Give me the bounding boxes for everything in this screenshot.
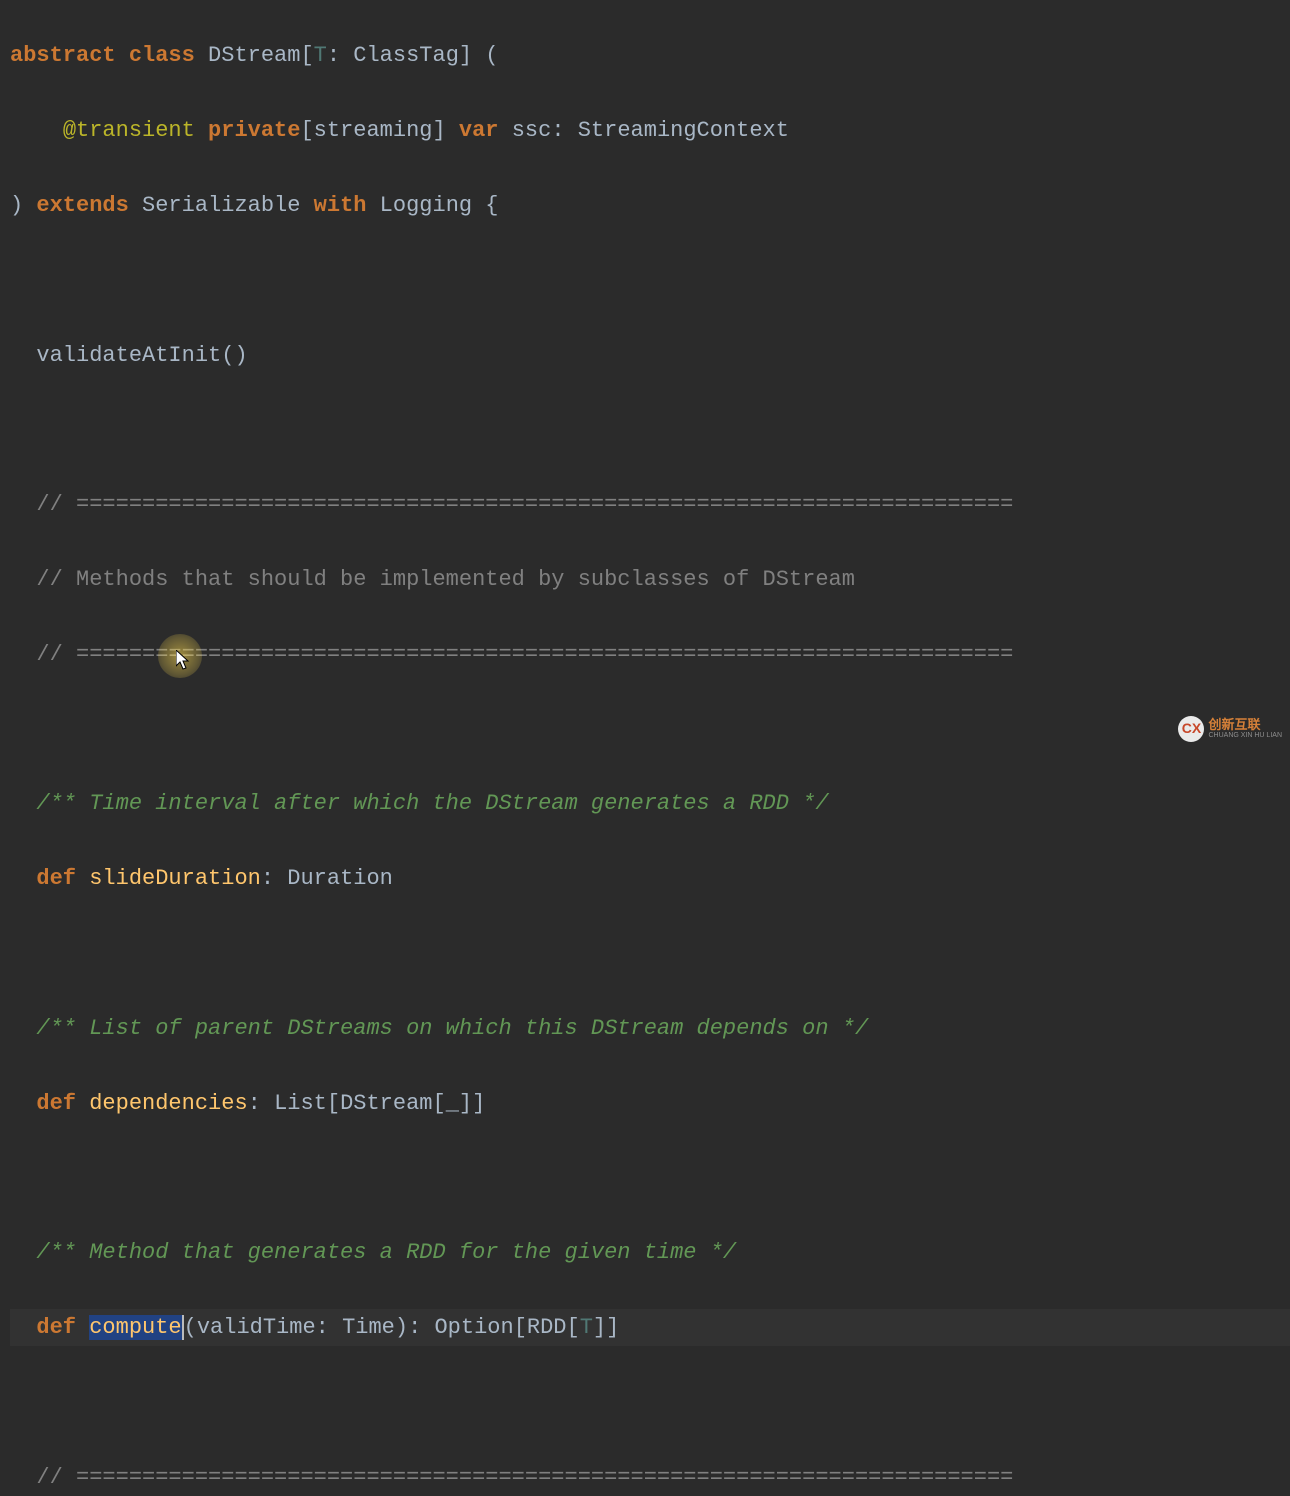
watermark-logo-icon: CX xyxy=(1178,716,1204,742)
code-line[interactable]: // =====================================… xyxy=(10,1459,1290,1496)
code-line-empty[interactable] xyxy=(10,935,1290,972)
code-line[interactable]: @transient private[streaming] var ssc: S… xyxy=(10,112,1290,149)
doc-comment: /** Method that generates a RDD for the … xyxy=(36,1240,736,1265)
type-parameter: T xyxy=(580,1315,593,1340)
doc-comment: /** List of parent DStreams on which thi… xyxy=(36,1016,868,1041)
code-line[interactable]: def dependencies: List[DStream[_]] xyxy=(10,1085,1290,1122)
comment-text: // Methods that should be implemented by… xyxy=(36,567,855,592)
code-line[interactable]: validateAtInit() xyxy=(10,337,1290,374)
method-params: (validTime: Time): Option[RDD[ xyxy=(184,1315,580,1340)
comment-divider: // =====================================… xyxy=(36,492,1013,517)
type-list: List xyxy=(274,1091,327,1116)
watermark: CX 创新互联 CHUANG XIN HU LIAN xyxy=(1178,716,1282,742)
type-parameter: T xyxy=(314,43,327,68)
code-line-empty[interactable] xyxy=(10,1384,1290,1421)
method-name-slideDuration: slideDuration xyxy=(76,866,261,891)
var-decl: ssc: StreamingContext xyxy=(499,118,789,143)
annotation-transient: @transient xyxy=(63,118,195,143)
comment-divider: // =====================================… xyxy=(36,1465,1013,1490)
code-line[interactable]: // Methods that should be implemented by… xyxy=(10,561,1290,598)
method-name-dependencies: dependencies xyxy=(76,1091,248,1116)
keyword-def: def xyxy=(36,866,76,891)
keyword-abstract: abstract xyxy=(10,43,116,68)
doc-comment: /** Time interval after which the DStrea… xyxy=(36,791,828,816)
code-editor[interactable]: abstract class DStream[T: ClassTag] ( @t… xyxy=(0,0,1290,1496)
code-line[interactable]: /** List of parent DStreams on which thi… xyxy=(10,1010,1290,1047)
code-line-active[interactable]: def compute(validTime: Time): Option[RDD… xyxy=(10,1309,1290,1346)
method-call: validateAtInit() xyxy=(36,343,247,368)
selected-method-compute: compute xyxy=(89,1315,181,1340)
code-line[interactable]: /** Method that generates a RDD for the … xyxy=(10,1234,1290,1271)
keyword-extends: extends xyxy=(36,193,128,218)
keyword-var: var xyxy=(459,118,499,143)
watermark-label: 创新互联 CHUANG XIN HU LIAN xyxy=(1208,718,1282,740)
code-line-empty[interactable] xyxy=(10,262,1290,299)
keyword-class: class xyxy=(129,43,195,68)
code-line[interactable]: ) extends Serializable with Logging { xyxy=(10,187,1290,224)
code-line[interactable]: def slideDuration: Duration xyxy=(10,860,1290,897)
code-line-empty[interactable] xyxy=(10,411,1290,448)
code-line-empty[interactable] xyxy=(10,711,1290,748)
keyword-private: private xyxy=(208,118,300,143)
keyword-with: with xyxy=(314,193,367,218)
code-line[interactable]: // =====================================… xyxy=(10,486,1290,523)
return-type: : Duration xyxy=(261,866,393,891)
comment-divider: // =====================================… xyxy=(36,642,1013,667)
code-line-empty[interactable] xyxy=(10,1159,1290,1196)
code-line[interactable]: abstract class DStream[T: ClassTag] ( xyxy=(10,37,1290,74)
keyword-def: def xyxy=(36,1091,76,1116)
code-line[interactable]: // =====================================… xyxy=(10,636,1290,673)
keyword-def: def xyxy=(36,1315,76,1340)
class-name: DStream xyxy=(208,43,300,68)
code-line[interactable]: /** Time interval after which the DStrea… xyxy=(10,785,1290,822)
